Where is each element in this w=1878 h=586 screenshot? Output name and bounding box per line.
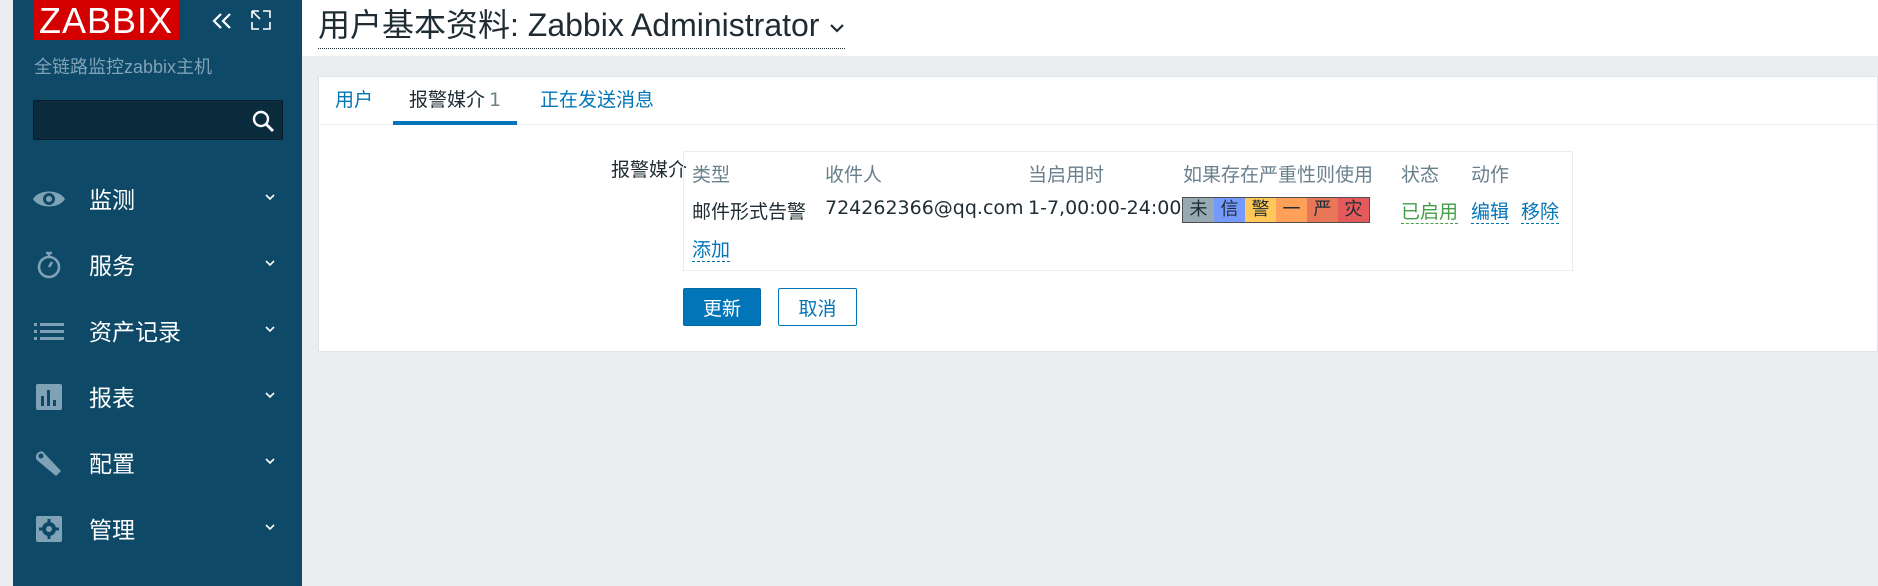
chevron-down-icon — [265, 194, 275, 201]
media-field-label: 报警媒介 — [610, 159, 687, 181]
update-button[interactable]: 更新 — [683, 288, 761, 326]
search-icon[interactable] — [250, 108, 276, 134]
severity-disaster: 灾 — [1338, 198, 1369, 222]
recipient-cell: 724262366@qq.com — [825, 197, 1024, 219]
server-name: 全链路监控zabbix主机 — [34, 57, 213, 77]
sidebar-item-reports[interactable]: 报表 — [13, 363, 302, 429]
column-header-severity: 如果存在严重性则使用 — [1183, 164, 1374, 186]
gear-icon — [36, 516, 62, 542]
list-icon — [34, 323, 64, 340]
severity-high: 严 — [1307, 198, 1338, 222]
tab-label: 报警媒介 — [409, 89, 486, 111]
column-header-status: 状态 — [1401, 164, 1440, 186]
tab-messaging[interactable]: 正在发送消息 — [524, 77, 670, 125]
severity-indicators: 未 信 警 一 严 灾 — [1182, 197, 1370, 223]
tab-label: 正在发送消息 — [540, 89, 655, 111]
collapse-sidebar-button[interactable] — [209, 8, 235, 34]
kiosk-mode-button[interactable] — [249, 8, 273, 32]
main-menu: 监测 服务 资产记录 报表 配置 管理 — [13, 165, 302, 561]
eye-icon — [33, 191, 65, 207]
column-header-when-active: 当启用时 — [1028, 164, 1105, 186]
severity-average: 一 — [1276, 198, 1307, 222]
severity-information: 信 — [1214, 198, 1245, 222]
tab-bar: 用户 报警媒介 1 正在发送消息 — [319, 77, 1877, 125]
sidebar-item-label: 配置 — [89, 451, 135, 477]
wrench-icon — [35, 451, 61, 476]
sidebar-item-inventory[interactable]: 资产记录 — [13, 297, 302, 363]
sidebar-search — [33, 100, 283, 140]
sidebar-item-label: 监测 — [89, 187, 135, 213]
user-profile-panel: 用户 报警媒介 1 正在发送消息 报警媒介 类型 收件人 当启用时 如果存在严重性… — [318, 76, 1878, 352]
add-media-link[interactable]: 添加 — [692, 239, 731, 262]
edit-link[interactable]: 编辑 — [1471, 201, 1510, 224]
severity-not-classified: 未 — [1183, 198, 1214, 222]
cancel-button[interactable]: 取消 — [778, 288, 857, 326]
chevron-down-icon — [265, 260, 275, 267]
status-toggle-link[interactable]: 已启用 — [1401, 201, 1459, 224]
when-active-cell: 1-7,00:00-24:00 — [1028, 197, 1182, 219]
column-header-type: 类型 — [692, 164, 731, 186]
sidebar-item-services[interactable]: 服务 — [13, 231, 302, 297]
sidebar-item-configuration[interactable]: 配置 — [13, 429, 302, 495]
sidebar: ZABBIX 全链路监控zabbix主机 监测 服务 资产记录 报表 配置 管理 — [13, 0, 302, 586]
tab-label: 用户 — [335, 89, 374, 111]
media-type-cell: 邮件形式告警 — [692, 201, 807, 223]
chevron-down-icon — [830, 23, 845, 33]
tab-media[interactable]: 报警媒介 1 — [393, 77, 518, 125]
column-header-action: 动作 — [1471, 164, 1510, 186]
zabbix-logo[interactable]: ZABBIX — [33, 0, 180, 41]
sidebar-item-monitoring[interactable]: 监测 — [13, 165, 302, 231]
sidebar-item-label: 管理 — [89, 517, 135, 543]
media-table: 类型 收件人 当启用时 如果存在严重性则使用 状态 动作 邮件形式告警 7242… — [683, 151, 1573, 271]
chevron-down-icon — [265, 458, 275, 465]
stopwatch-icon — [37, 251, 61, 279]
remove-link[interactable]: 移除 — [1521, 201, 1560, 224]
sidebar-item-label: 资产记录 — [89, 319, 181, 345]
page-title-text: 用户基本资料: Zabbix Administrator — [318, 7, 820, 43]
double-chevron-left-icon — [212, 13, 231, 29]
bar-chart-icon — [36, 384, 62, 410]
sidebar-item-label: 报表 — [89, 385, 135, 411]
sidebar-item-administration[interactable]: 管理 — [13, 495, 302, 561]
page-title[interactable]: 用户基本资料: Zabbix Administrator — [318, 0, 846, 49]
chevron-down-icon — [265, 326, 275, 333]
tab-count: 1 — [489, 89, 502, 111]
tab-user[interactable]: 用户 — [319, 77, 389, 125]
chevron-down-icon — [265, 392, 275, 399]
chevron-down-icon — [265, 524, 275, 531]
severity-warning: 警 — [1245, 198, 1276, 222]
expand-icon — [251, 10, 271, 30]
column-header-recipient: 收件人 — [825, 164, 883, 186]
sidebar-item-label: 服务 — [89, 253, 135, 279]
search-input[interactable] — [34, 101, 244, 139]
